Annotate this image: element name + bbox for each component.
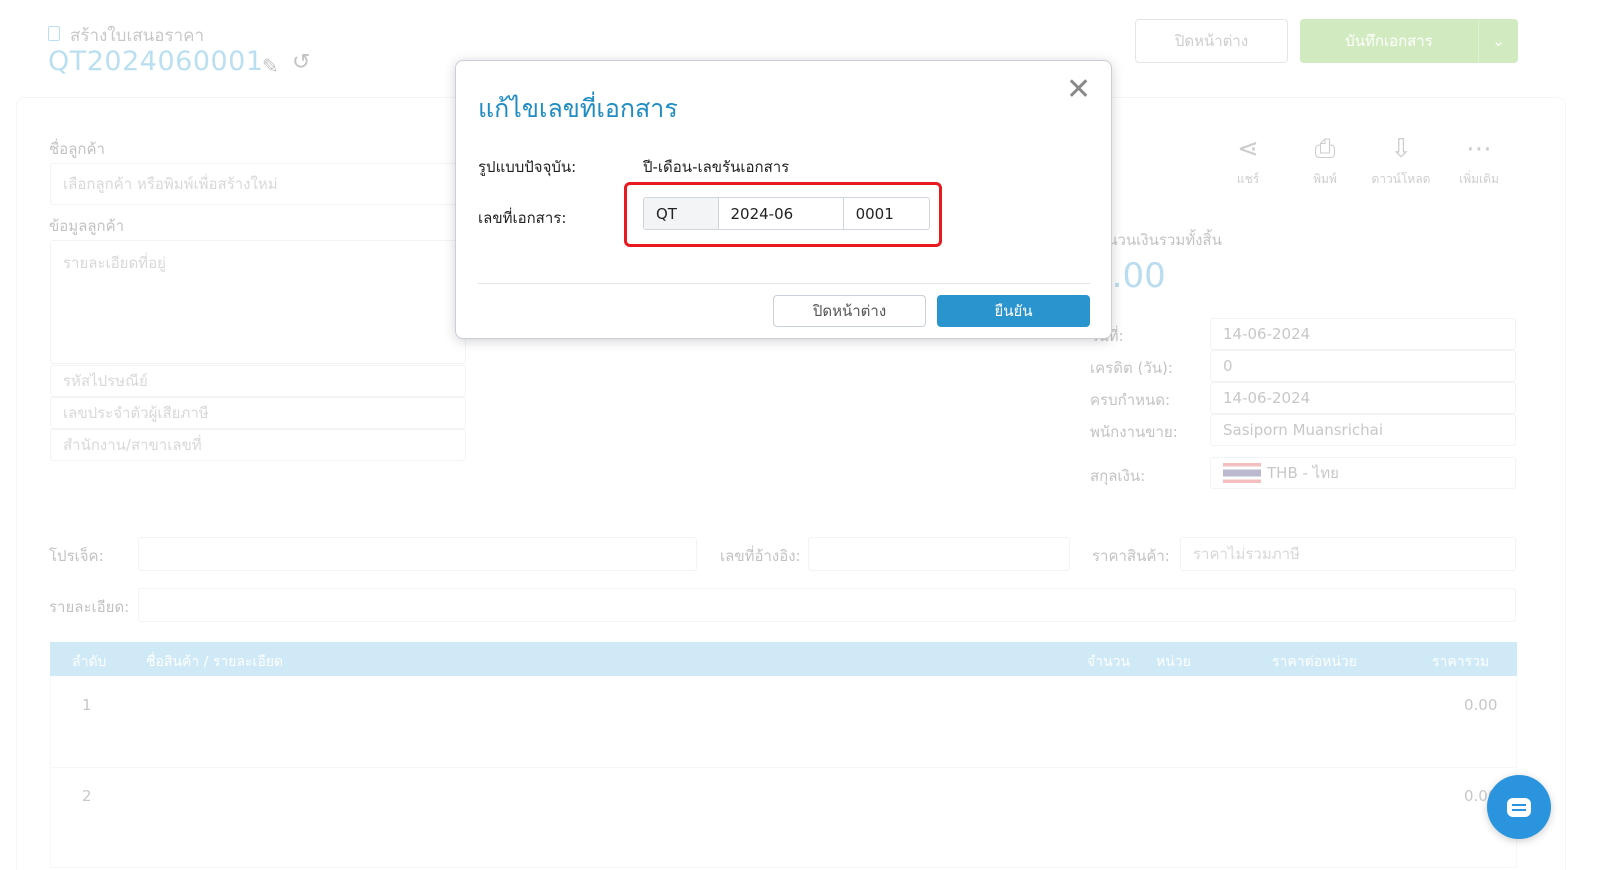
document-icon — [48, 26, 60, 41]
due-date-input[interactable]: 14-06-2024 — [1210, 382, 1516, 414]
current-format-value: ปี-เดือน-เลขรันเอกสาร — [643, 158, 790, 176]
price-type-label: ราคาสินค้า: — [1092, 547, 1170, 565]
currency-value: THB - ไทย — [1267, 464, 1339, 482]
items-table-header: ลำดับ ชื่อสินค้า / รายละเอียด จำนวน หน่ว… — [50, 642, 1517, 676]
customer-name-label: ชื่อลูกค้า — [49, 140, 105, 158]
customer-info-label: ข้อมูลลูกค้า — [49, 217, 125, 235]
credit-select[interactable]: 0 — [1210, 350, 1516, 382]
current-format-label: รูปแบบปัจจุบัน: — [478, 158, 577, 176]
download-label: ดาวน์โหลด — [1371, 172, 1431, 186]
highlight-box — [624, 182, 942, 247]
more-tool[interactable]: ⋯ เพิ่มเติม — [1444, 134, 1514, 189]
customer-name-input[interactable]: เลือกลูกค้า หรือพิมพ์เพื่อสร้างใหม่ — [50, 163, 466, 205]
col-item: ชื่อสินค้า / รายละเอียด — [146, 654, 284, 670]
project-label: โปรเจ็ค: — [49, 547, 104, 565]
chat-button[interactable] — [1487, 775, 1551, 839]
share-icon: ⋖ — [1237, 134, 1259, 164]
download-tool[interactable]: ⇩ ดาวน์โหลด — [1366, 134, 1436, 189]
dialog-title: แก้ไขเลขที่เอกสาร — [478, 94, 678, 123]
row-index: 1 — [82, 696, 92, 714]
row-total: 0.00 — [1464, 696, 1498, 714]
cancel-button[interactable]: ปิดหน้าต่าง — [773, 295, 926, 327]
salesperson-select[interactable]: Sasiporn Muansrichai — [1210, 414, 1516, 446]
detail-label: รายละเอียด: — [49, 598, 130, 616]
col-index: ลำดับ — [72, 654, 107, 670]
close-icon[interactable]: ✕ — [1066, 75, 1091, 105]
divider — [478, 283, 1090, 284]
save-document-button[interactable]: บันทึกเอกสาร ⌄ — [1300, 19, 1518, 63]
price-type-select[interactable]: ราคาไม่รวมภาษี — [1180, 537, 1516, 571]
close-window-button[interactable]: ปิดหน้าต่าง — [1135, 19, 1288, 63]
salesperson-label: พนักงานขาย: — [1090, 423, 1178, 441]
col-unit-price: ราคาต่อหน่วย — [1272, 654, 1357, 670]
taxid-input[interactable]: เลขประจำตัวผู้เสียภาษี — [50, 397, 466, 429]
reference-input[interactable] — [808, 537, 1070, 571]
more-icon: ⋯ — [1466, 134, 1492, 164]
page-subtitle: สร้างใบเสนอราคา — [70, 26, 205, 46]
credit-label: เครดิต (วัน): — [1090, 359, 1173, 377]
postcode-input[interactable]: รหัสไปรษณีย์ — [50, 365, 466, 397]
doc-number-title: QT2024060001 — [48, 46, 264, 77]
row-index: 2 — [82, 787, 92, 805]
table-row[interactable]: 1 0.00 — [50, 676, 1517, 768]
currency-select[interactable]: THB - ไทย — [1210, 457, 1516, 489]
detail-input[interactable] — [138, 588, 1516, 622]
chevron-down-icon[interactable]: ⌄ — [1478, 19, 1518, 63]
chat-icon — [1507, 797, 1531, 817]
table-row[interactable]: 2 0.00 — [50, 768, 1517, 868]
confirm-button[interactable]: ยืนยัน — [937, 295, 1090, 327]
col-total: ราคารวม — [1432, 654, 1490, 670]
thai-flag-icon — [1223, 463, 1261, 483]
address-textarea[interactable]: รายละเอียดที่อยู่ — [50, 240, 466, 364]
edit-doc-number-dialog: แก้ไขเลขที่เอกสาร ✕ รูปแบบปัจจุบัน: ปี-เ… — [455, 60, 1112, 339]
edit-pencil-icon[interactable]: ✎ — [262, 54, 279, 78]
print-tool[interactable]: ⎙ พิมพ์ — [1290, 134, 1360, 189]
due-label: ครบกำหนด: — [1090, 391, 1171, 409]
project-select[interactable] — [138, 537, 697, 571]
share-tool[interactable]: ⋖ แชร์ — [1213, 134, 1283, 189]
doc-number-label: เลขที่เอกสาร: — [478, 209, 567, 227]
share-label: แชร์ — [1236, 172, 1260, 186]
currency-label: สกุลเงิน: — [1090, 467, 1146, 485]
date-input[interactable]: 14-06-2024 — [1210, 318, 1516, 350]
history-icon[interactable]: ↺ — [292, 50, 310, 75]
download-pdf-icon: ⇩ — [1390, 134, 1412, 164]
col-unit: หน่วย — [1156, 654, 1191, 670]
print-label: พิมพ์ — [1313, 172, 1337, 186]
col-qty: จำนวน — [1087, 654, 1131, 670]
branch-input[interactable]: สำนักงาน/สาขาเลขที่ — [50, 429, 466, 461]
save-document-label: บันทึกเอกสาร — [1345, 32, 1433, 50]
reference-label: เลขที่อ้างอิง: — [720, 547, 801, 565]
print-icon: ⎙ — [1314, 134, 1336, 164]
more-label: เพิ่มเติม — [1459, 172, 1499, 186]
